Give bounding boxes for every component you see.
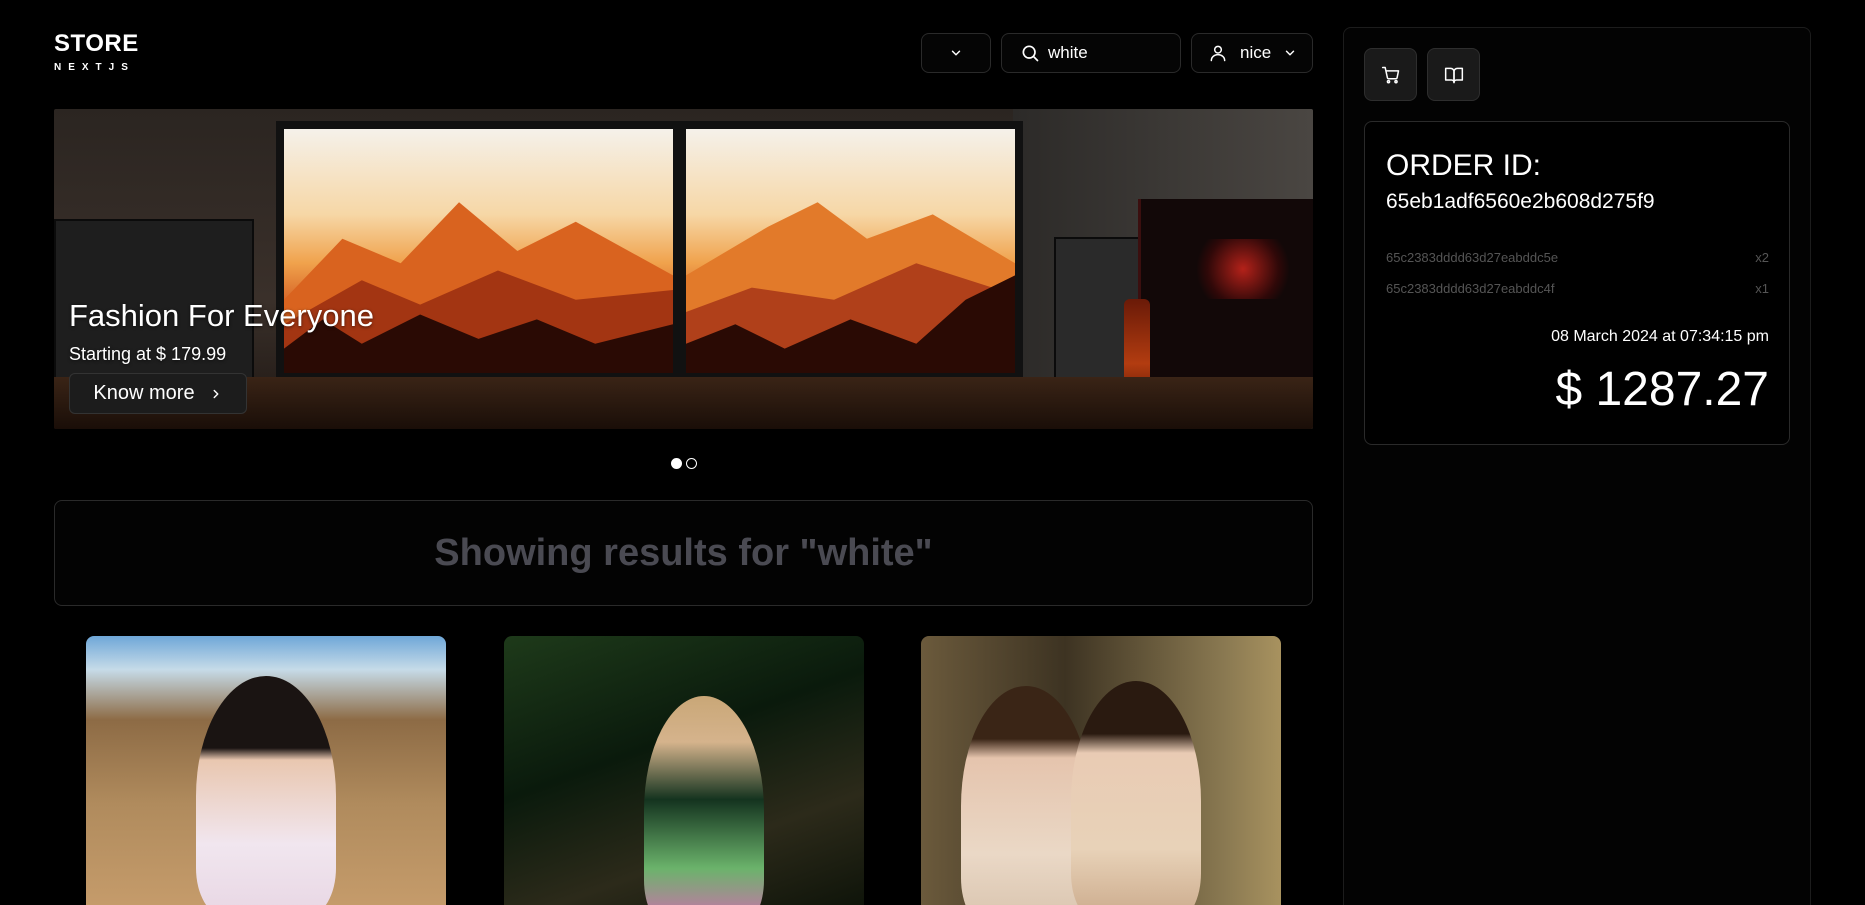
order-id-value: 65eb1adf6560e2b608d275f9 xyxy=(1386,190,1655,213)
product-card[interactable] xyxy=(921,636,1281,905)
store-logo[interactable]: STORE NEXTJS xyxy=(54,30,139,73)
banner-monitor-right xyxy=(678,121,1023,381)
user-menu-button[interactable]: nice xyxy=(1191,33,1313,73)
chevron-down-icon xyxy=(951,50,961,56)
order-item-row: 65c2383dddd63d27eabddc5e x2 xyxy=(1386,250,1769,265)
order-item-qty: x2 xyxy=(1755,250,1769,265)
product-card[interactable] xyxy=(504,636,864,905)
search-icon xyxy=(1022,45,1039,62)
product-card[interactable] xyxy=(86,636,446,905)
order-item-id: 65c2383dddd63d27eabddc5e xyxy=(1386,250,1559,265)
banner-monitor-left xyxy=(276,121,681,381)
user-icon xyxy=(1210,45,1226,62)
order-item-row: 65c2383dddd63d27eabddc4f x1 xyxy=(1386,281,1769,296)
know-more-button[interactable]: Know more xyxy=(69,373,247,414)
order-item-qty: x1 xyxy=(1755,281,1769,296)
order-total: $ 1287.27 xyxy=(1555,363,1769,416)
results-heading: Showing results for "white" xyxy=(434,531,933,574)
product-image xyxy=(196,676,336,905)
order-card[interactable]: ORDER ID: 65eb1adf6560e2b608d275f9 65c23… xyxy=(1364,121,1790,445)
chevron-down-icon xyxy=(1285,50,1295,56)
search-box[interactable]: white xyxy=(1001,33,1181,73)
order-id-label: ORDER ID: xyxy=(1386,149,1542,182)
know-more-label: Know more xyxy=(93,382,195,404)
results-banner: Showing results for "white" xyxy=(54,500,1313,606)
chevron-right-icon xyxy=(213,389,219,398)
logo-subtitle: NEXTJS xyxy=(54,62,135,73)
logo-title: STORE xyxy=(54,30,139,57)
store-page: STORE NEXTJS white nice Fashion For Ever… xyxy=(0,0,1865,905)
book-open-icon xyxy=(1444,67,1463,83)
carousel-dot-1[interactable] xyxy=(671,458,682,469)
user-name: nice xyxy=(1240,43,1272,62)
cart-button[interactable] xyxy=(1364,48,1417,101)
order-sidepanel: ORDER ID: 65eb1adf6560e2b608d275f9 65c23… xyxy=(1343,27,1811,905)
carousel-dot-2[interactable] xyxy=(686,458,697,469)
cart-icon xyxy=(1381,66,1399,84)
order-item-id: 65c2383dddd63d27eabddc4f xyxy=(1386,281,1555,296)
banner-subtitle: Starting at $ 179.99 xyxy=(69,344,227,364)
product-image xyxy=(1071,681,1201,905)
product-image xyxy=(644,696,764,905)
search-input[interactable]: white xyxy=(1048,43,1088,63)
category-dropdown[interactable] xyxy=(921,33,991,73)
banner-pc-glow xyxy=(1193,239,1293,299)
order-date: 08 March 2024 at 07:34:15 pm xyxy=(1551,328,1769,345)
orders-button[interactable] xyxy=(1427,48,1480,101)
carousel-dots xyxy=(671,458,697,469)
banner-title: Fashion For Everyone xyxy=(69,298,374,333)
